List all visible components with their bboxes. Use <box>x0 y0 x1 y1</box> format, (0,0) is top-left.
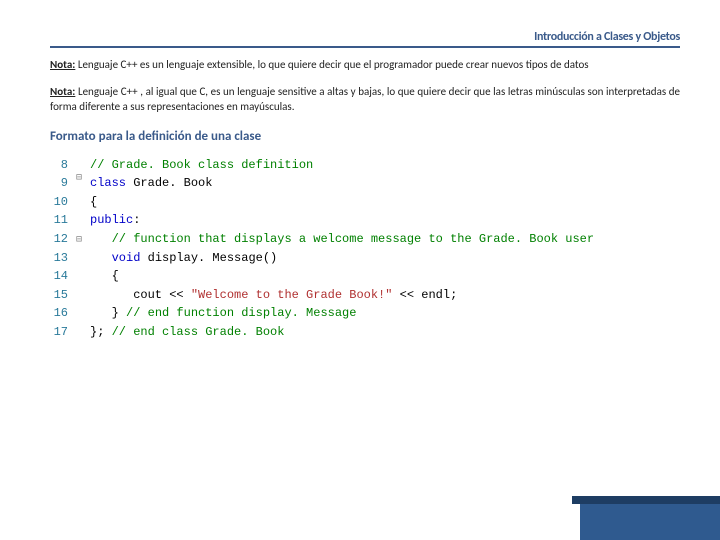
code-line: }; // end class Grade. Book <box>90 323 680 342</box>
line-number: 9 <box>50 174 68 193</box>
line-number: 8 <box>50 156 68 175</box>
code-line: // function that displays a welcome mess… <box>90 230 680 249</box>
section-heading: Formato para la definición de una clase <box>50 129 680 144</box>
line-number: 17 <box>50 323 68 342</box>
fold-toggle-icon[interactable]: ⊟ <box>76 233 90 249</box>
line-number: 13 <box>50 249 68 268</box>
code-line: cout << "Welcome to the Grade Book!" << … <box>90 286 680 305</box>
code-line: class Grade. Book <box>90 174 680 193</box>
code-line: void display. Message() <box>90 249 680 268</box>
fold-spacer <box>76 218 90 234</box>
fold-spacer <box>76 156 90 172</box>
note-label: Nota: <box>50 85 75 98</box>
footer-accent-bar <box>580 504 720 540</box>
code-content: // Grade. Book class definitionclass Gra… <box>90 156 680 342</box>
code-line: { <box>90 193 680 212</box>
fold-column: ⊟⊟ <box>76 156 90 342</box>
line-number: 10 <box>50 193 68 212</box>
line-number: 16 <box>50 304 68 323</box>
code-block: 891011121314151617 ⊟⊟ // Grade. Book cla… <box>50 156 680 342</box>
note-text: Lenguaje C++ es un lenguaje extensible, … <box>75 58 588 71</box>
fold-spacer <box>76 249 90 265</box>
note-text: Lenguaje C++ , al igual que C, es un len… <box>50 85 680 113</box>
fold-spacer <box>76 295 90 311</box>
line-number: 12 <box>50 230 68 249</box>
code-line: { <box>90 267 680 286</box>
code-line: public: <box>90 211 680 230</box>
note-1: Nota: Lenguaje C++ es un lenguaje extens… <box>50 58 680 73</box>
fold-spacer <box>76 202 90 218</box>
fold-spacer <box>76 280 90 296</box>
line-number: 14 <box>50 267 68 286</box>
fold-spacer <box>76 264 90 280</box>
line-number: 15 <box>50 286 68 305</box>
document-page: Introducción a Clases y Objetos Nota: Le… <box>0 0 720 341</box>
line-number-gutter: 891011121314151617 <box>50 156 76 342</box>
page-title: Introducción a Clases y Objetos <box>50 30 680 48</box>
line-number: 11 <box>50 211 68 230</box>
fold-toggle-icon[interactable]: ⊟ <box>76 171 90 187</box>
fold-spacer <box>76 187 90 203</box>
code-line: // Grade. Book class definition <box>90 156 680 175</box>
note-label: Nota: <box>50 58 75 71</box>
code-line: } // end function display. Message <box>90 304 680 323</box>
note-2: Nota: Lenguaje C++ , al igual que C, es … <box>50 85 680 115</box>
